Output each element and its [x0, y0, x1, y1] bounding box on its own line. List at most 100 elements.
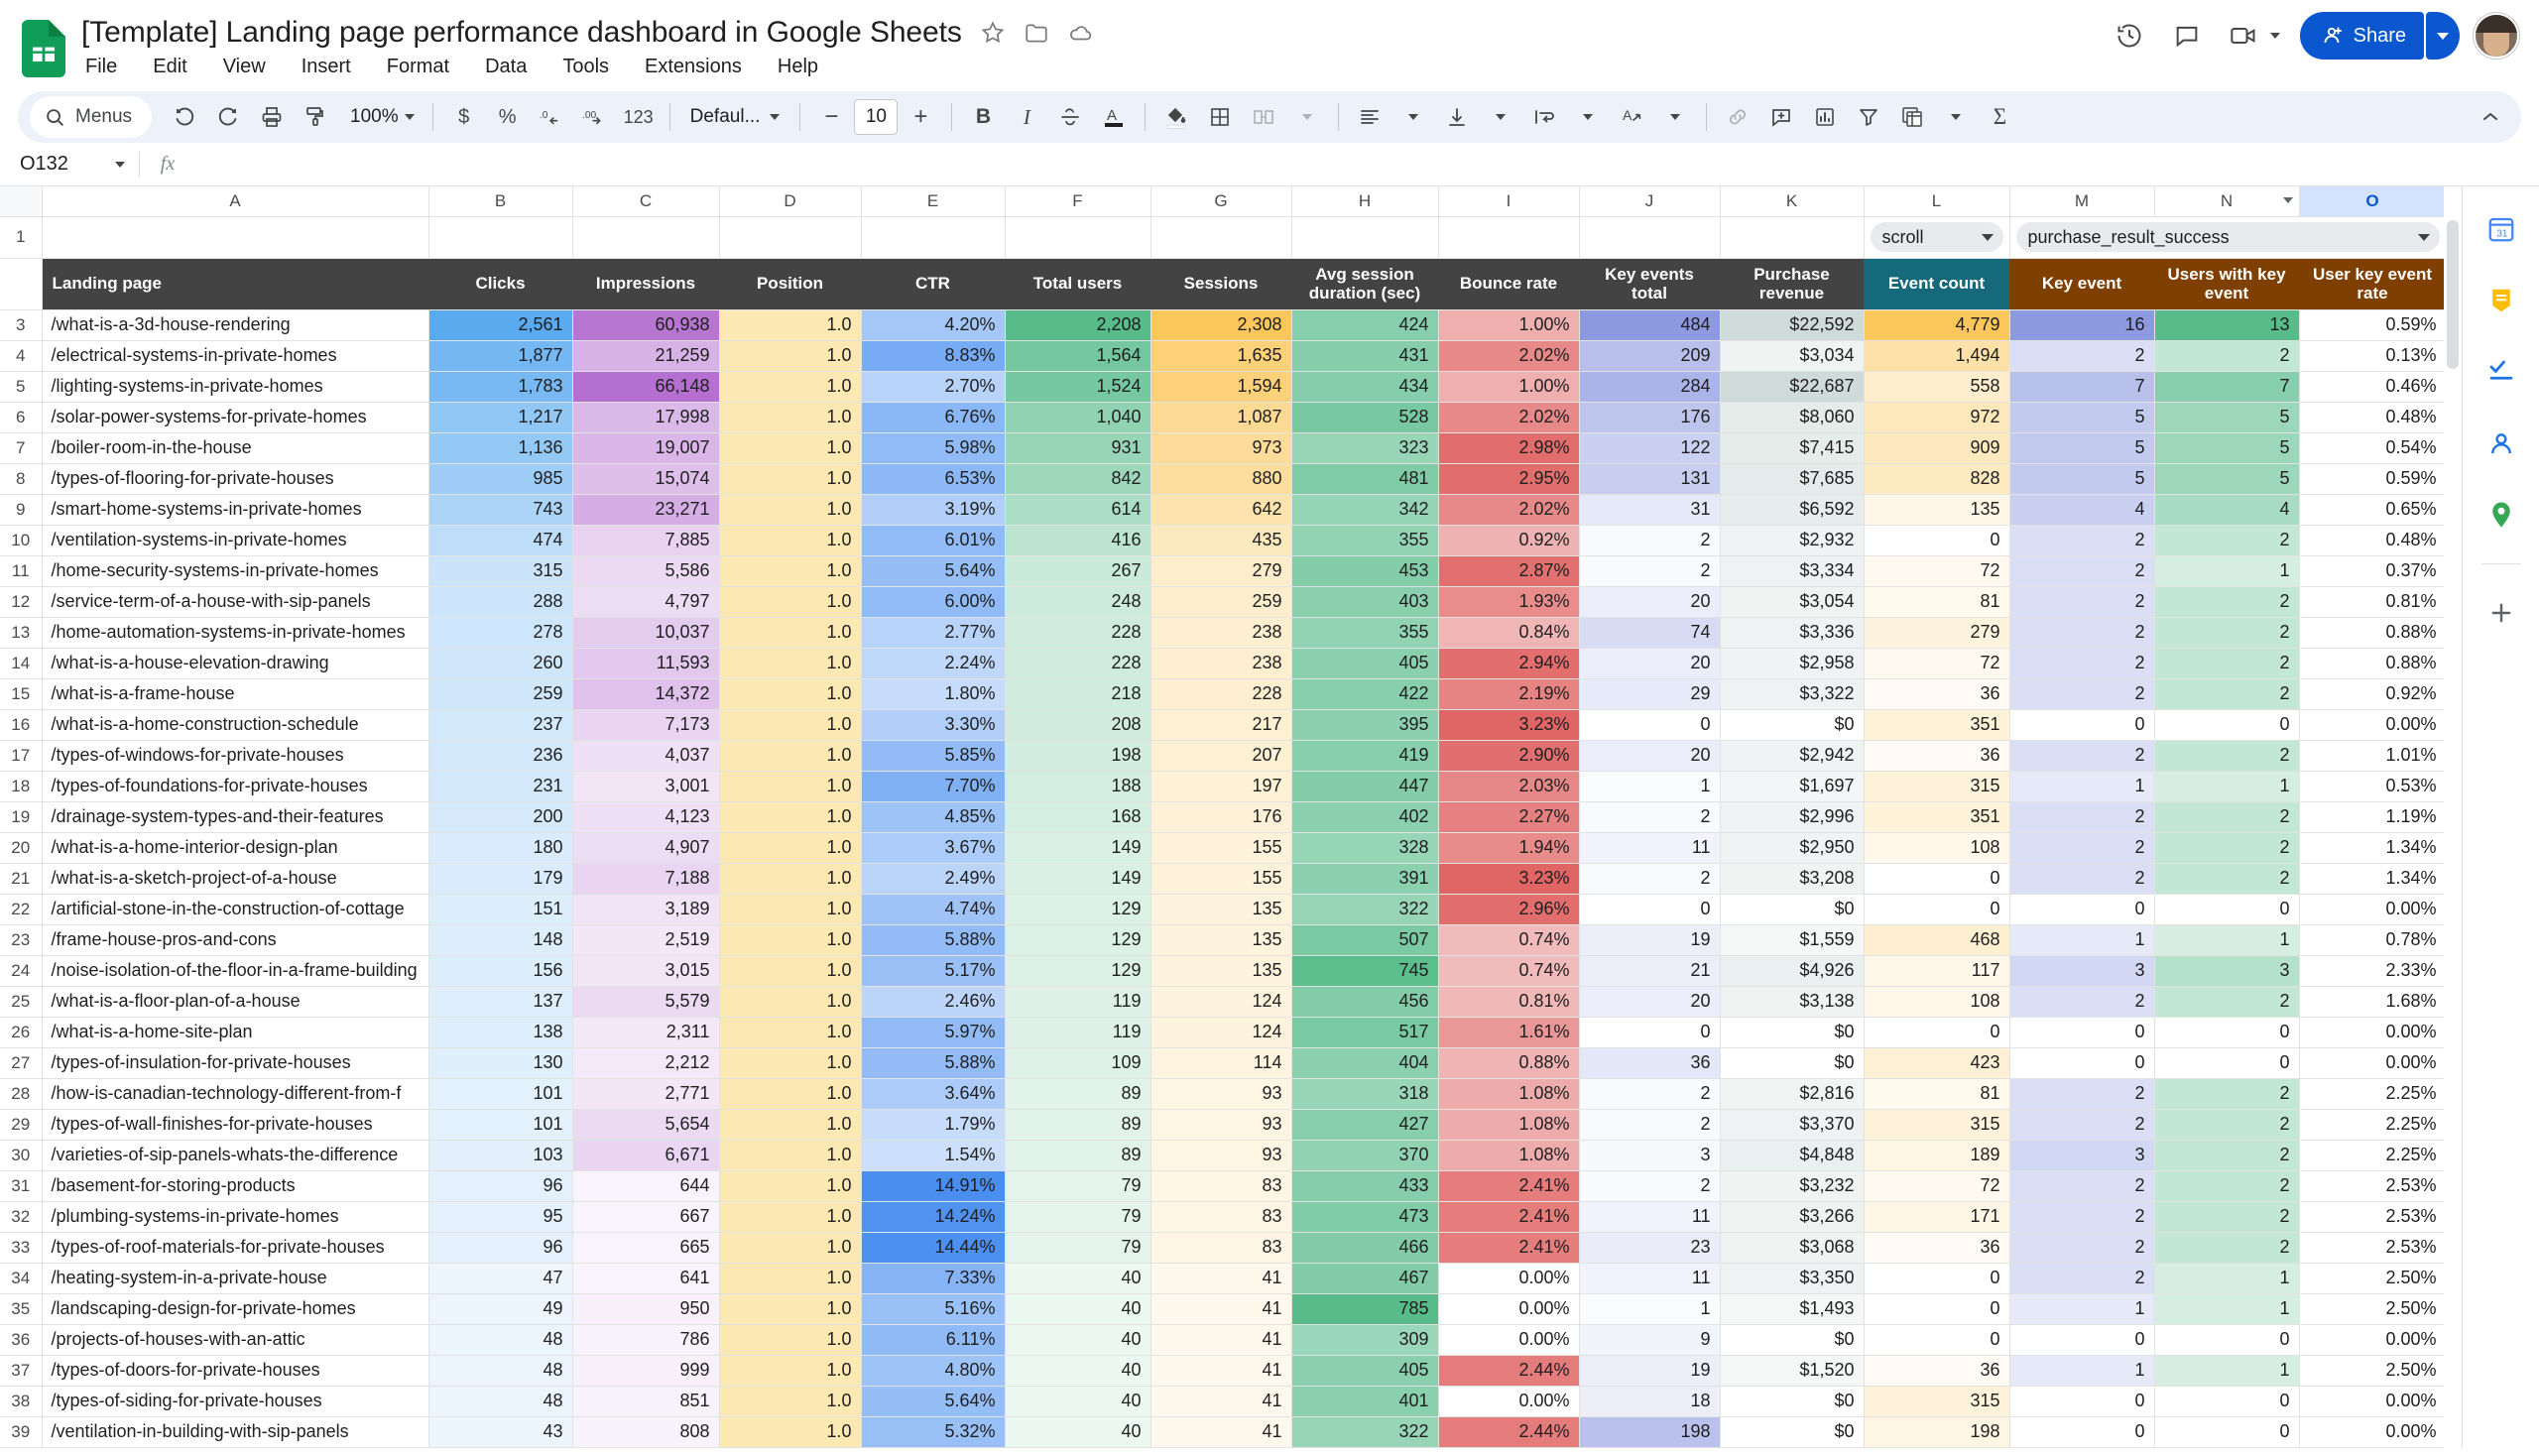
cloud-saved-icon[interactable]: [1067, 20, 1093, 46]
cell-user-key-event-rate-11[interactable]: 0.37%: [2298, 554, 2447, 587]
cell-key-events-total-26[interactable]: 0: [1578, 1016, 1721, 1048]
header-purchase-revenue[interactable]: Purchase revenue: [1720, 258, 1864, 309]
cell-key-events-total-24[interactable]: 21: [1578, 954, 1721, 987]
cell-event-count-33[interactable]: 36: [1863, 1231, 2010, 1264]
cell-bounce-rate-32[interactable]: 2.41%: [1437, 1200, 1580, 1233]
cell-event-count-14[interactable]: 72: [1863, 647, 2010, 679]
cell-avg-session-duration-4[interactable]: 431: [1290, 339, 1439, 372]
cell-avg-session-duration-5[interactable]: 434: [1290, 370, 1439, 403]
cell-ctr-24[interactable]: 5.17%: [860, 954, 1006, 987]
row-header-19[interactable]: 19: [0, 800, 43, 833]
cell-avg-session-duration-34[interactable]: 467: [1290, 1262, 1439, 1294]
cell-avg-session-duration-35[interactable]: 785: [1290, 1292, 1439, 1325]
cell-avg-session-duration-8[interactable]: 481: [1290, 462, 1439, 495]
menu-tools[interactable]: Tools: [558, 54, 613, 80]
cell-key-events-total-5[interactable]: 284: [1578, 370, 1721, 403]
cell-position-38[interactable]: 1.0: [718, 1385, 862, 1417]
cell-position-31[interactable]: 1.0: [718, 1169, 862, 1202]
cell-user-key-event-rate-5[interactable]: 0.46%: [2298, 370, 2447, 403]
cell-sessions-28[interactable]: 93: [1149, 1077, 1292, 1110]
cell-users-with-key-event-18[interactable]: 1: [2153, 770, 2300, 802]
column-header-B[interactable]: B: [427, 186, 573, 217]
cell-event-count-39[interactable]: 198: [1863, 1415, 2010, 1448]
cell-avg-session-duration-26[interactable]: 517: [1290, 1016, 1439, 1048]
column-header-E[interactable]: E: [860, 186, 1006, 217]
cell-users-with-key-event-28[interactable]: 2: [2153, 1077, 2300, 1110]
column-header-O[interactable]: O: [2298, 186, 2447, 217]
cell-key-events-total-19[interactable]: 2: [1578, 800, 1721, 833]
star-icon[interactable]: [980, 20, 1006, 46]
menu-extensions[interactable]: Extensions: [641, 54, 746, 80]
cell-total-users-16[interactable]: 208: [1004, 708, 1151, 741]
cell-impressions-34[interactable]: 641: [571, 1262, 720, 1294]
cell-landing-page-18[interactable]: /types-of-foundations-for-private-houses: [41, 770, 429, 802]
zoom-selector[interactable]: 100%: [338, 96, 423, 138]
cell-key-events-total-3[interactable]: 484: [1578, 308, 1721, 341]
row-header-29[interactable]: 29: [0, 1108, 43, 1141]
row-header-32[interactable]: 32: [0, 1200, 43, 1233]
cell-clicks-19[interactable]: 200: [427, 800, 573, 833]
cell-user-key-event-rate-10[interactable]: 0.48%: [2298, 524, 2447, 556]
cell-avg-session-duration-33[interactable]: 466: [1290, 1231, 1439, 1264]
cell-clicks-9[interactable]: 743: [427, 493, 573, 526]
row-header-14[interactable]: 14: [0, 647, 43, 679]
cell-clicks-34[interactable]: 47: [427, 1262, 573, 1294]
cell-position-35[interactable]: 1.0: [718, 1292, 862, 1325]
cell-avg-session-duration-3[interactable]: 424: [1290, 308, 1439, 341]
cell-users-with-key-event-34[interactable]: 1: [2153, 1262, 2300, 1294]
cell-key-event-15[interactable]: 2: [2008, 677, 2155, 710]
cell-impressions-17[interactable]: 4,037: [571, 739, 720, 772]
cell-position-39[interactable]: 1.0: [718, 1415, 862, 1448]
row-header-16[interactable]: 16: [0, 708, 43, 741]
cell-purchase-revenue-6[interactable]: $8,060: [1719, 401, 1865, 433]
cell-user-key-event-rate-21[interactable]: 1.34%: [2298, 862, 2447, 895]
cell-user-key-event-rate-29[interactable]: 2.25%: [2298, 1108, 2447, 1141]
increase-font-size-button[interactable]: +: [900, 96, 941, 138]
cell-user-key-event-rate-27[interactable]: 0.00%: [2298, 1046, 2447, 1079]
cell-position-12[interactable]: 1.0: [718, 585, 862, 618]
cell-key-event-3[interactable]: 16: [2008, 308, 2155, 341]
cell-event-count-4[interactable]: 1,494: [1863, 339, 2010, 372]
cell-bounce-rate-6[interactable]: 2.02%: [1437, 401, 1580, 433]
cell-key-event-32[interactable]: 2: [2008, 1200, 2155, 1233]
cell-landing-page-26[interactable]: /what-is-a-home-site-plan: [41, 1016, 429, 1048]
cell-landing-page-17[interactable]: /types-of-windows-for-private-houses: [41, 739, 429, 772]
cell-event-count-19[interactable]: 351: [1863, 800, 2010, 833]
cell-sessions-31[interactable]: 83: [1149, 1169, 1292, 1202]
cell-ctr-17[interactable]: 5.85%: [860, 739, 1006, 772]
cell-users-with-key-event-8[interactable]: 5: [2153, 462, 2300, 495]
row-header-6[interactable]: 6: [0, 401, 43, 433]
cell-impressions-3[interactable]: 60,938: [571, 308, 720, 341]
cell-position-16[interactable]: 1.0: [718, 708, 862, 741]
cell-purchase-revenue-21[interactable]: $3,208: [1719, 862, 1865, 895]
cell-ctr-18[interactable]: 7.70%: [860, 770, 1006, 802]
cell-total-users-3[interactable]: 2,208: [1004, 308, 1151, 341]
header-impressions[interactable]: Impressions: [572, 258, 719, 309]
cell-user-key-event-rate-22[interactable]: 0.00%: [2298, 893, 2447, 925]
cell-key-event-24[interactable]: 3: [2008, 954, 2155, 987]
formula-input[interactable]: [195, 143, 2539, 185]
cell-ctr-32[interactable]: 14.24%: [860, 1200, 1006, 1233]
cell-users-with-key-event-25[interactable]: 2: [2153, 985, 2300, 1018]
cell-avg-session-duration-29[interactable]: 427: [1290, 1108, 1439, 1141]
cell-impressions-5[interactable]: 66,148: [571, 370, 720, 403]
cell-key-events-total-38[interactable]: 18: [1578, 1385, 1721, 1417]
insert-comment-button[interactable]: [1760, 96, 1802, 138]
menu-help[interactable]: Help: [774, 54, 822, 80]
cell-key-event-8[interactable]: 5: [2008, 462, 2155, 495]
print-button[interactable]: [251, 96, 293, 138]
cell-purchase-revenue-37[interactable]: $1,520: [1719, 1354, 1865, 1387]
cell-key-events-total-13[interactable]: 74: [1578, 616, 1721, 649]
cell-position-29[interactable]: 1.0: [718, 1108, 862, 1141]
cell-event-count-27[interactable]: 423: [1863, 1046, 2010, 1079]
pivot-dropdown-button[interactable]: [1935, 96, 1977, 138]
cell-user-key-event-rate-35[interactable]: 2.50%: [2298, 1292, 2447, 1325]
cell-impressions-30[interactable]: 6,671: [571, 1139, 720, 1171]
key-event-dropdown[interactable]: purchase_result_success: [2015, 222, 2440, 252]
cell-key-events-total-18[interactable]: 1: [1578, 770, 1721, 802]
row-header-12[interactable]: 12: [0, 585, 43, 618]
cell-user-key-event-rate-8[interactable]: 0.59%: [2298, 462, 2447, 495]
more-number-formats-button[interactable]: 123: [618, 96, 660, 138]
cell-bounce-rate-25[interactable]: 0.81%: [1437, 985, 1580, 1018]
cell-avg-session-duration-11[interactable]: 453: [1290, 554, 1439, 587]
